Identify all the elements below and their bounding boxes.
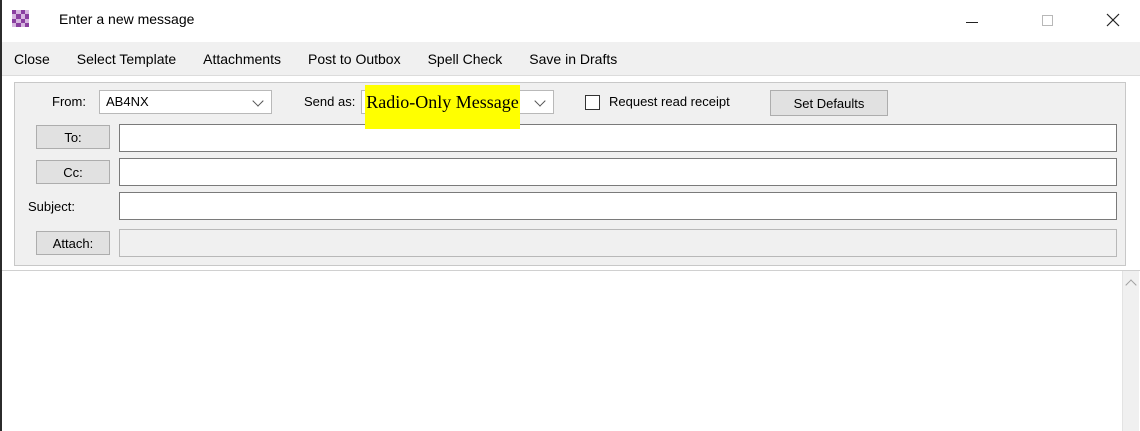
maximize-button[interactable]	[1024, 0, 1070, 40]
vertical-scrollbar[interactable]	[1122, 271, 1139, 431]
minimize-button[interactable]	[949, 0, 995, 40]
to-button[interactable]: To:	[36, 125, 110, 149]
request-receipt-checkbox[interactable]	[585, 95, 600, 110]
chevron-up-icon[interactable]	[1125, 279, 1137, 291]
attach-field	[119, 229, 1117, 257]
title-bar: Enter a new message	[2, 0, 1140, 42]
menu-save-in-drafts[interactable]: Save in Drafts	[529, 51, 617, 67]
chevron-down-icon	[252, 95, 264, 107]
menu-attachments[interactable]: Attachments	[203, 51, 281, 67]
menu-close[interactable]: Close	[14, 51, 50, 67]
from-dropdown[interactable]: AB4NX	[99, 90, 272, 114]
header-panel: From: AB4NX Send as: Request read receip…	[14, 82, 1126, 266]
close-window-button[interactable]	[1090, 0, 1136, 40]
chevron-down-icon	[534, 95, 546, 107]
minimize-icon	[966, 21, 978, 23]
set-defaults-button[interactable]: Set Defaults	[770, 90, 888, 116]
from-value: AB4NX	[106, 94, 149, 109]
message-body[interactable]	[2, 270, 1140, 431]
attach-button[interactable]: Attach:	[36, 231, 110, 255]
send-as-value-highlight: Radio-Only Message	[365, 85, 520, 129]
cc-field[interactable]	[119, 158, 1117, 186]
subject-field[interactable]	[119, 192, 1117, 220]
close-icon	[1106, 13, 1120, 27]
window-title: Enter a new message	[59, 11, 195, 27]
send-as-label: Send as:	[304, 94, 356, 109]
maximize-icon	[1041, 14, 1053, 26]
subject-label: Subject:	[28, 199, 75, 214]
menu-bar: Close Select Template Attachments Post t…	[2, 42, 1140, 76]
app-checker-icon	[12, 10, 29, 27]
message-window: Enter a new message Close Select Templat…	[0, 0, 1140, 431]
to-field[interactable]	[119, 124, 1117, 152]
cc-button[interactable]: Cc:	[36, 160, 110, 184]
menu-select-template[interactable]: Select Template	[77, 51, 176, 67]
request-receipt-label: Request read receipt	[609, 94, 730, 109]
menu-spell-check[interactable]: Spell Check	[428, 51, 503, 67]
menu-post-to-outbox[interactable]: Post to Outbox	[308, 51, 401, 67]
from-label: From:	[52, 94, 86, 109]
